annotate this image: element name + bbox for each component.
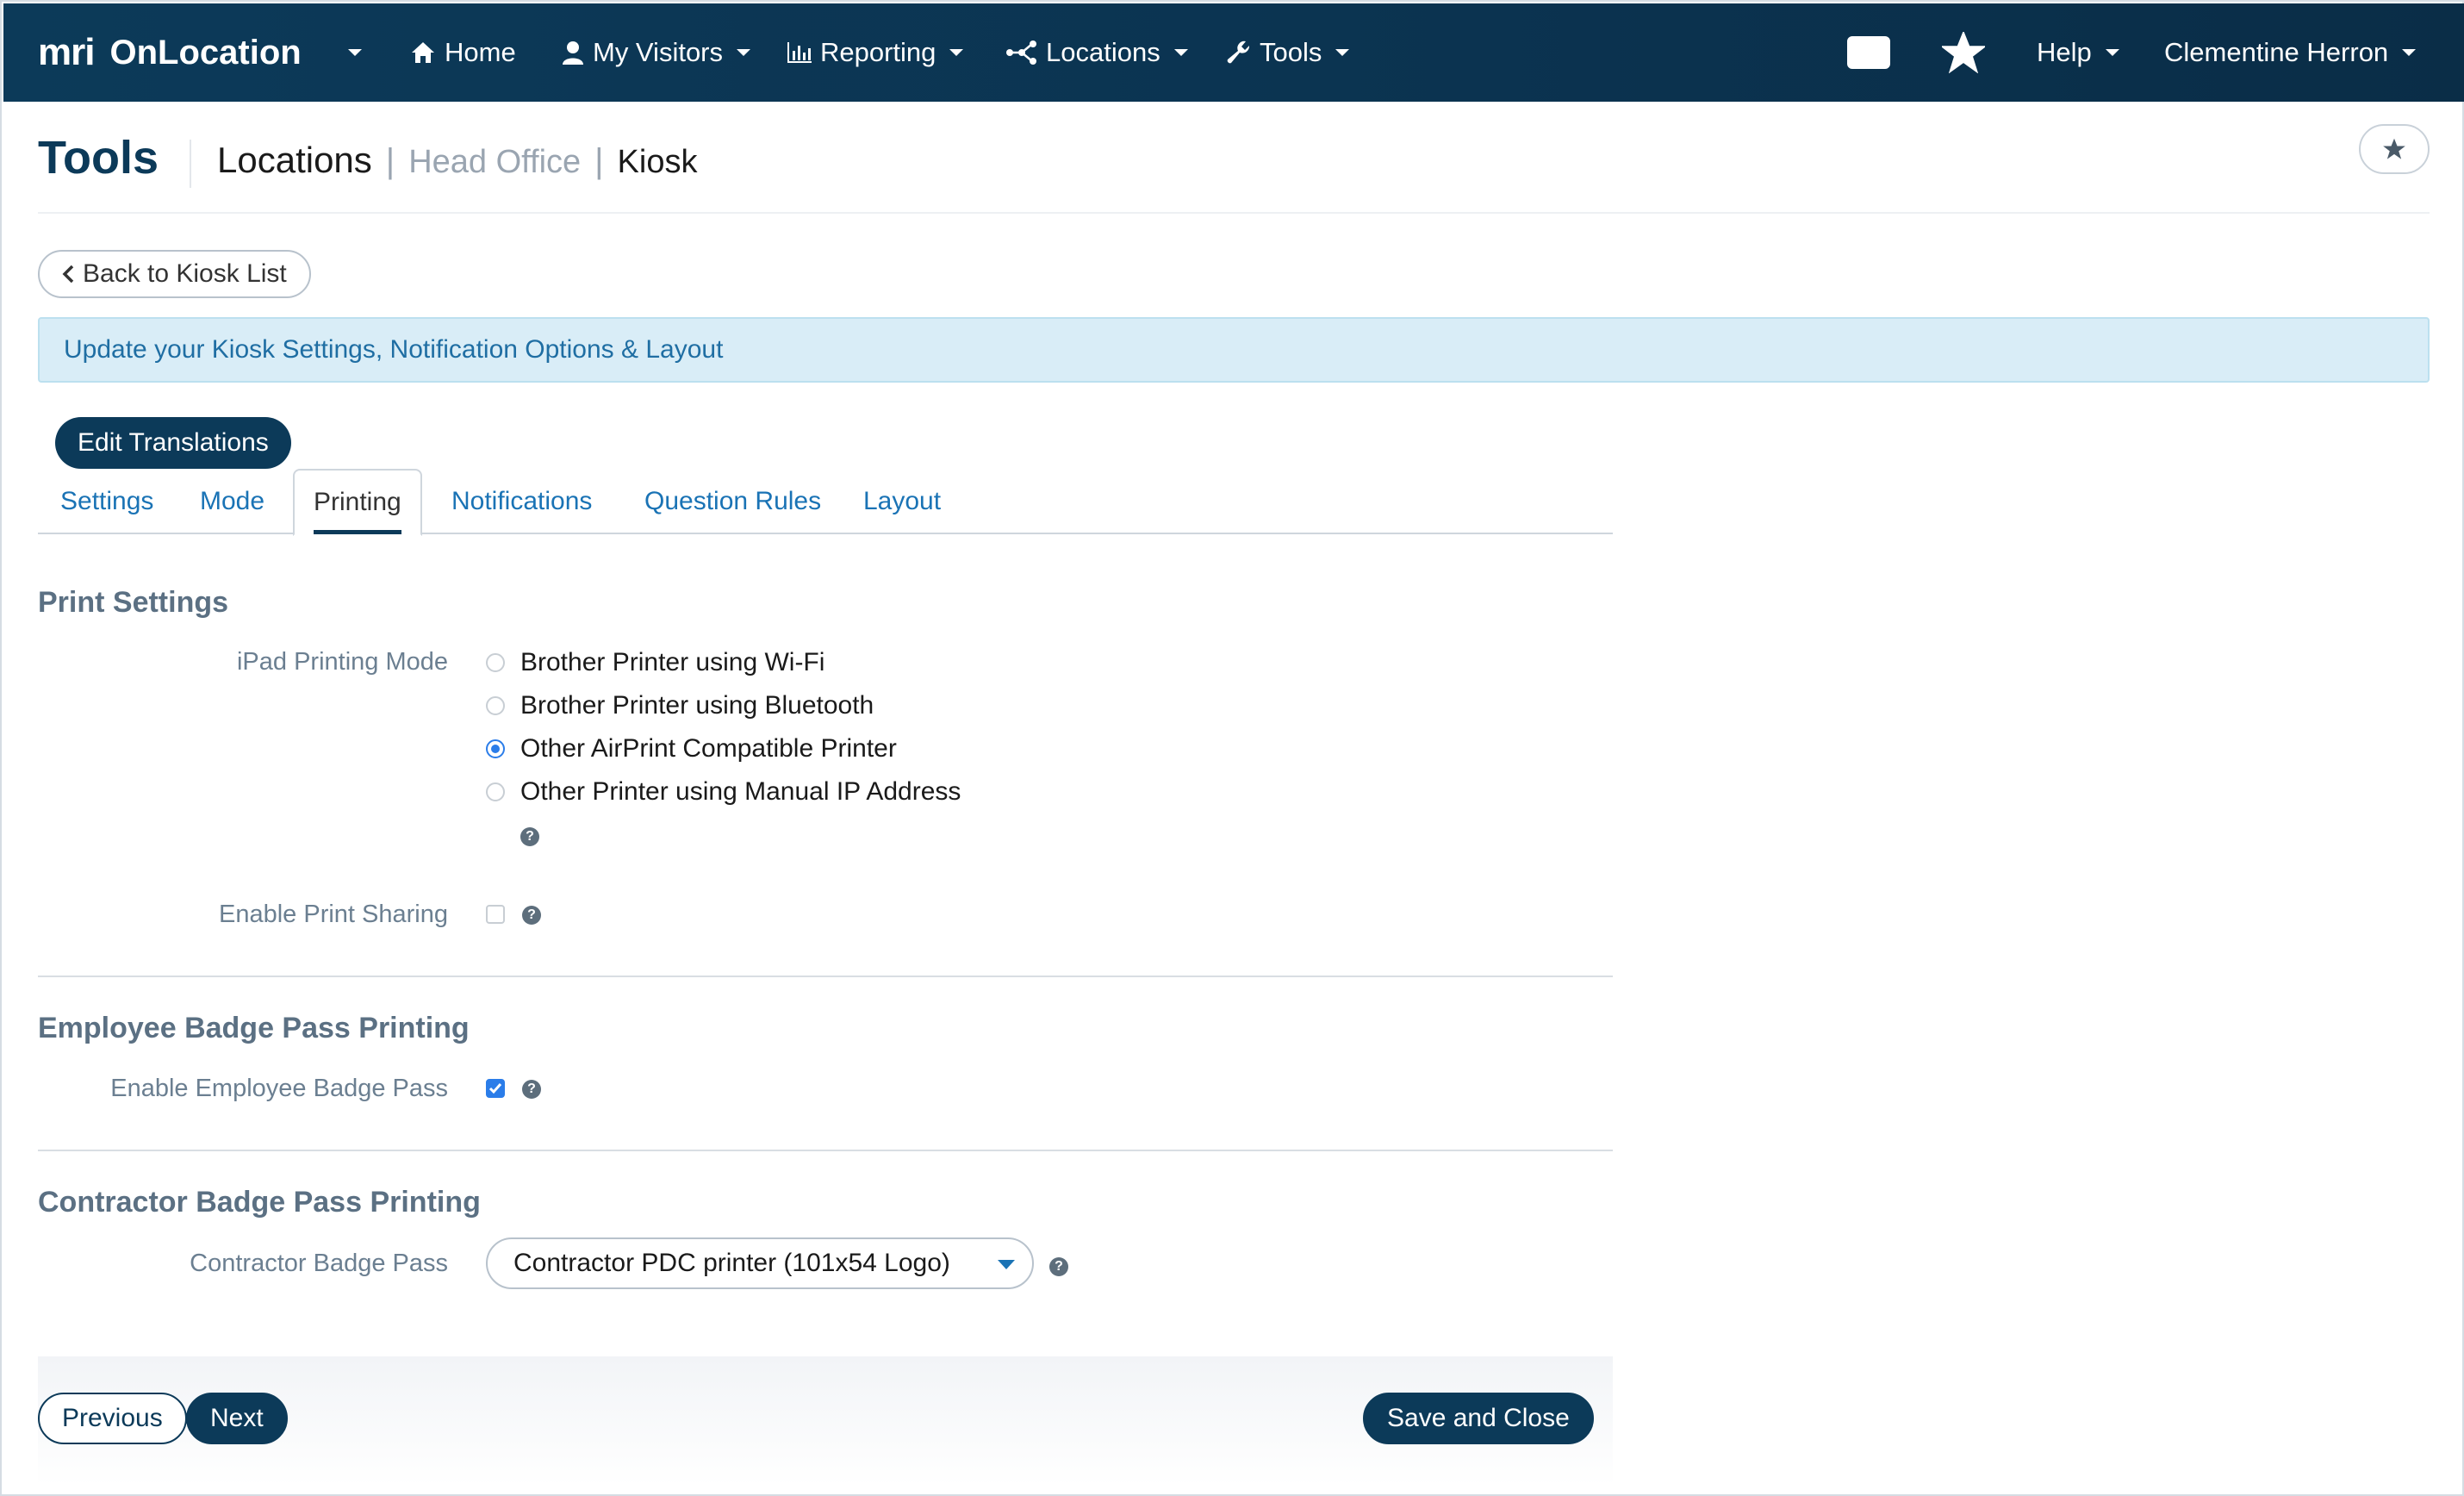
save-and-close-button[interactable]: Save and Close bbox=[1363, 1393, 1594, 1444]
breadcrumb-head-office[interactable]: Head Office bbox=[408, 144, 581, 181]
enable-print-sharing-checkbox[interactable] bbox=[486, 905, 505, 924]
nav-home-label: Home bbox=[445, 37, 516, 67]
network-icon bbox=[1006, 41, 1036, 65]
enable-employee-badge-label: Enable Employee Badge Pass bbox=[110, 1075, 448, 1102]
tab-question-rules[interactable]: Question Rules bbox=[644, 469, 821, 534]
wrench-icon bbox=[1227, 41, 1250, 64]
question-circle-icon[interactable]: ? bbox=[522, 1080, 541, 1099]
chevron-down-icon bbox=[949, 49, 964, 56]
radio-label-brother-wifi[interactable]: Brother Printer using Wi-Fi bbox=[520, 648, 824, 677]
page-title: Tools bbox=[38, 132, 159, 184]
tab-settings[interactable]: Settings bbox=[60, 469, 153, 534]
radio-airprint[interactable] bbox=[486, 739, 505, 758]
favorites-button[interactable] bbox=[1942, 3, 1985, 102]
messages-button[interactable] bbox=[1847, 3, 1890, 102]
tab-notifications[interactable]: Notifications bbox=[451, 469, 592, 534]
user-name: Clementine Herron bbox=[2164, 37, 2389, 67]
radio-label-manual-ip[interactable]: Other Printer using Manual IP Address bbox=[520, 777, 961, 807]
star-icon bbox=[2383, 138, 2405, 159]
enable-employee-badge-checkbox[interactable] bbox=[486, 1079, 505, 1098]
title-divider bbox=[190, 140, 191, 188]
question-circle-icon[interactable]: ? bbox=[522, 906, 541, 925]
next-button[interactable]: Next bbox=[186, 1393, 288, 1444]
section-divider bbox=[38, 976, 1613, 977]
back-button-label: Back to Kiosk List bbox=[83, 259, 287, 288]
chevron-left-icon bbox=[62, 265, 74, 284]
mri-logo: mri bbox=[38, 31, 95, 73]
question-circle-icon[interactable]: ? bbox=[1049, 1257, 1068, 1276]
nav-reporting[interactable]: Reporting bbox=[787, 3, 964, 102]
nav-locations-label: Locations bbox=[1046, 37, 1160, 67]
radio-label-brother-bluetooth[interactable]: Brother Printer using Bluetooth bbox=[520, 691, 874, 720]
home-icon bbox=[412, 42, 434, 63]
bar-chart-icon bbox=[787, 42, 812, 63]
contractor-badge-heading: Contractor Badge Pass Printing bbox=[38, 1186, 481, 1219]
app-name: OnLocation bbox=[109, 33, 302, 72]
question-circle-icon[interactable]: ? bbox=[520, 827, 539, 846]
print-settings-heading: Print Settings bbox=[38, 586, 229, 619]
edit-translations-button[interactable]: Edit Translations bbox=[55, 417, 291, 469]
caret-down-icon bbox=[998, 1260, 1015, 1269]
chevron-down-icon bbox=[1335, 49, 1350, 56]
chevron-down-icon bbox=[2105, 49, 2119, 56]
breadcrumb-kiosk: Kiosk bbox=[617, 144, 698, 180]
nav-reporting-label: Reporting bbox=[820, 37, 936, 67]
employee-badge-heading: Employee Badge Pass Printing bbox=[38, 1012, 470, 1044]
tab-mode[interactable]: Mode bbox=[200, 469, 264, 534]
user-menu[interactable]: Clementine Herron bbox=[2164, 3, 2417, 102]
nav-help[interactable]: Help bbox=[2037, 3, 2119, 102]
breadcrumb-separator: | bbox=[594, 142, 604, 180]
nav-tools[interactable]: Tools bbox=[1227, 3, 1350, 102]
contractor-badge-pass-label: Contractor Badge Pass bbox=[190, 1250, 448, 1277]
nav-my-visitors[interactable]: My Visitors bbox=[562, 3, 751, 102]
brand[interactable]: mri OnLocation bbox=[38, 3, 302, 102]
radio-manual-ip[interactable] bbox=[486, 782, 505, 801]
brand-menu-toggle[interactable] bbox=[343, 3, 362, 102]
contractor-badge-select[interactable]: Contractor PDC printer (101x54 Logo) bbox=[486, 1237, 1034, 1289]
tab-layout[interactable]: Layout bbox=[863, 469, 941, 534]
breadcrumb-locations[interactable]: Locations bbox=[217, 140, 372, 181]
enable-print-sharing-label: Enable Print Sharing bbox=[219, 901, 448, 928]
nav-home[interactable]: Home bbox=[410, 3, 516, 102]
nav-help-label: Help bbox=[2037, 37, 2092, 67]
chevron-down-icon bbox=[1173, 49, 1188, 56]
settings-tabs: Settings Mode Printing Notifications Que… bbox=[38, 469, 1613, 536]
radio-brother-bluetooth[interactable] bbox=[486, 696, 505, 715]
add-favorite-button[interactable] bbox=[2359, 124, 2430, 174]
nav-locations[interactable]: Locations bbox=[1006, 3, 1188, 102]
tab-printing-label: Printing bbox=[314, 488, 401, 516]
envelope-icon bbox=[1847, 36, 1890, 69]
chevron-down-icon bbox=[348, 49, 362, 56]
top-navbar: mri OnLocation Home My Visitors Reportin… bbox=[3, 3, 2464, 102]
contractor-badge-selected-value: Contractor PDC printer (101x54 Logo) bbox=[513, 1249, 950, 1277]
nav-my-visitors-label: My Visitors bbox=[593, 37, 724, 67]
user-icon bbox=[563, 41, 583, 65]
back-to-kiosk-list-button[interactable]: Back to Kiosk List bbox=[38, 250, 311, 298]
star-outline-icon bbox=[1942, 32, 1985, 73]
radio-brother-wifi[interactable] bbox=[486, 653, 505, 672]
radio-label-airprint[interactable]: Other AirPrint Compatible Printer bbox=[520, 734, 897, 764]
tab-printing[interactable]: Printing bbox=[293, 469, 422, 536]
nav-tools-label: Tools bbox=[1260, 37, 1322, 67]
ipad-printing-mode-label: iPad Printing Mode bbox=[236, 648, 448, 676]
chevron-down-icon bbox=[737, 49, 751, 56]
app-frame: mri OnLocation Home My Visitors Reportin… bbox=[0, 0, 2464, 1496]
breadcrumb-separator: | bbox=[385, 142, 395, 180]
info-banner: Update your Kiosk Settings, Notification… bbox=[38, 317, 2430, 383]
header-divider bbox=[38, 212, 2430, 214]
section-divider bbox=[38, 1150, 1613, 1151]
breadcrumb: Locations | Head Office | Kiosk bbox=[217, 140, 697, 181]
active-tab-indicator bbox=[314, 530, 401, 534]
previous-button[interactable]: Previous bbox=[38, 1393, 187, 1444]
chevron-down-icon bbox=[2402, 49, 2417, 56]
checkmark-icon bbox=[488, 1083, 502, 1094]
